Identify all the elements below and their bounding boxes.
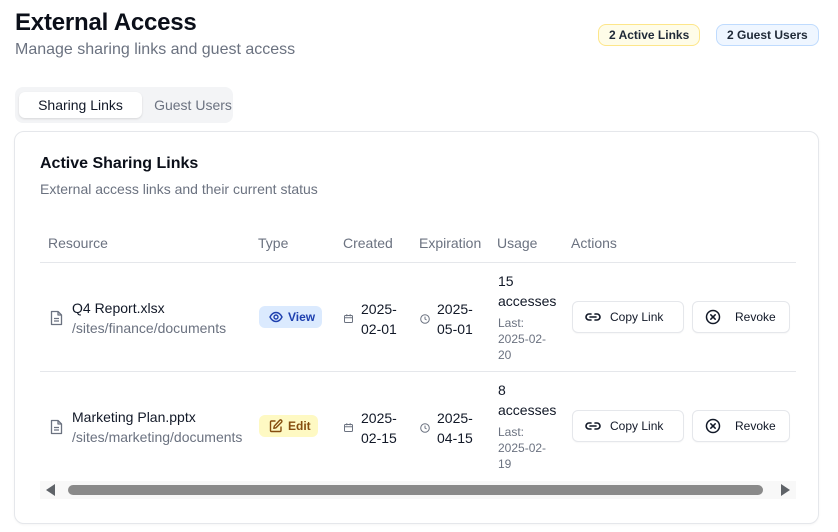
column-header-resource: Resource (48, 235, 108, 251)
horizontal-scrollbar[interactable] (40, 481, 796, 499)
x-circle-icon (705, 309, 721, 325)
scroll-right-arrow-icon[interactable] (781, 484, 790, 496)
expiration-date: 2025- 04-15 (437, 410, 473, 446)
link-icon (585, 422, 601, 430)
column-header-type: Type (258, 235, 289, 251)
column-header-actions: Actions (571, 235, 617, 251)
page-title: External Access (15, 9, 197, 36)
created-date: 2025- 02-15 (361, 410, 397, 446)
copy-link-button[interactable]: Copy Link (572, 410, 684, 442)
table-row: Marketing Plan.pptx /sites/marketing/doc… (40, 372, 796, 480)
calendar-icon (344, 314, 353, 323)
resource-name: Marketing Plan.pptx (72, 409, 196, 425)
page-subtitle: Manage sharing links and guest access (15, 41, 296, 58)
tab-list: Sharing Links Guest Users (15, 87, 233, 123)
type-label: View (288, 310, 316, 324)
active-links-badge: 2 Active Links (598, 24, 701, 46)
resource-path: /sites/finance/documents (72, 320, 227, 336)
calendar-icon (344, 423, 353, 432)
column-header-usage: Usage (497, 235, 538, 251)
usage-count: 8 accesses (498, 382, 557, 418)
guest-users-badge: 2 Guest Users (716, 24, 819, 46)
column-header-created: Created (343, 235, 393, 251)
link-icon (585, 313, 601, 321)
column-header-expiration: Expiration (419, 235, 482, 251)
resource-path: /sites/marketing/documents (72, 429, 243, 445)
document-icon (50, 419, 63, 435)
x-circle-icon (705, 418, 721, 434)
scroll-thumb[interactable] (68, 485, 763, 495)
sharing-links-card: Active Sharing Links External access lin… (14, 131, 819, 524)
usage-count: 15 accesses (498, 273, 557, 309)
expiration-date: 2025- 05-01 (437, 301, 473, 337)
last-access: Last: 2025-02- 20 (498, 316, 547, 362)
eye-icon (269, 311, 283, 323)
copy-link-button[interactable]: Copy Link (572, 301, 684, 333)
document-icon (50, 310, 63, 326)
created-date: 2025- 02-01 (361, 301, 397, 337)
table-row: Q4 Report.xlsx /sites/finance/documents … (40, 263, 796, 371)
card-description: External access links and their current … (40, 181, 318, 197)
type-badge-view: View (259, 306, 323, 328)
card-title: Active Sharing Links (40, 155, 199, 172)
type-label: Edit (288, 419, 311, 433)
clock-icon (420, 423, 430, 433)
clock-icon (420, 314, 430, 324)
revoke-button[interactable]: Revoke (692, 410, 790, 442)
type-badge-edit: Edit (259, 415, 318, 437)
resource-name: Q4 Report.xlsx (72, 300, 165, 316)
revoke-button[interactable]: Revoke (692, 301, 790, 333)
pencil-square-icon (269, 419, 283, 433)
scroll-left-arrow-icon[interactable] (46, 484, 55, 496)
tab-sharing-links[interactable]: Sharing Links (19, 92, 142, 118)
last-access: Last: 2025-02- 19 (498, 425, 547, 471)
tab-guest-users[interactable]: Guest Users (142, 92, 244, 118)
